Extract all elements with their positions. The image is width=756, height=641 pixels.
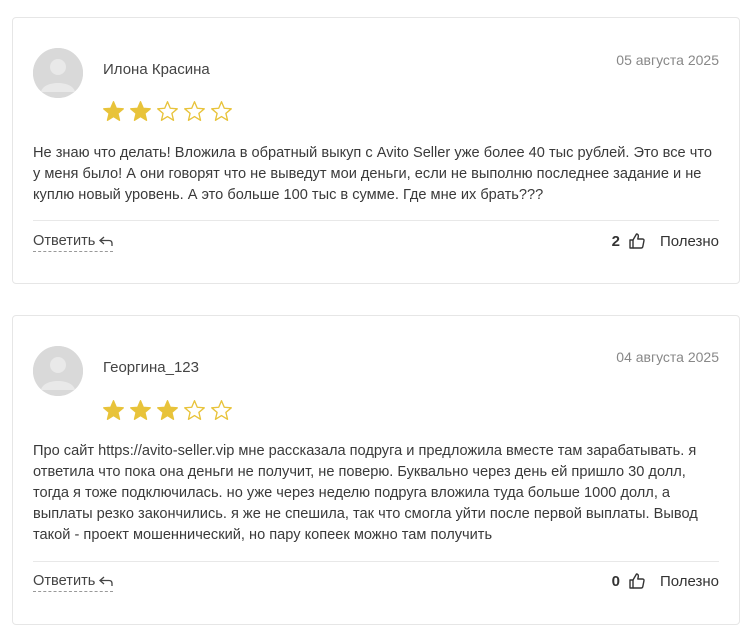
star-filled-icon [103,101,124,121]
helpful-block: 0 Полезно [612,572,719,590]
reply-arrow-icon [99,236,114,246]
user-silhouette-icon [33,346,83,396]
review-date: 05 августа 2025 [616,52,719,68]
review-author: Георгина_123 [103,359,199,376]
thumbs-up-icon[interactable] [628,232,646,250]
review-author: Илона Красина [103,61,210,78]
divider [33,561,719,562]
avatar [33,48,83,98]
review-text: Про сайт https://avito-seller.vip мне ра… [33,443,698,543]
star-empty-icon [211,400,232,420]
review-card: Георгина_123 04 августа 2025 Про сайт ht… [12,315,740,625]
reviews-page: Илона Красина 05 августа 2025 Не знаю чт… [0,0,756,641]
rating-stars [102,399,233,422]
review-date: 04 августа 2025 [616,349,719,365]
reply-arrow-icon [99,576,114,586]
divider [33,220,719,221]
thumbs-up-icon[interactable] [628,572,646,590]
star-empty-icon [211,101,232,121]
helpful-label[interactable]: Полезно [660,233,719,250]
star-filled-icon [130,400,151,420]
helpful-count: 2 [611,232,620,250]
star-empty-icon [184,101,205,121]
star-filled-icon [103,400,124,420]
reply-button[interactable]: Ответить [33,233,114,252]
reply-button[interactable]: Ответить [33,573,114,592]
review-text: Не знаю что делать! Вложила в обратный в… [33,145,712,203]
star-filled-icon [157,400,178,420]
rating-stars [102,100,233,123]
star-empty-icon [157,101,178,121]
reply-label: Ответить [33,233,96,249]
user-silhouette-icon [33,48,83,98]
star-empty-icon [184,400,205,420]
helpful-count: 0 [611,572,620,590]
helpful-block: 2 Полезно [612,232,719,250]
star-filled-icon [130,101,151,121]
avatar [33,346,83,396]
reply-label: Ответить [33,573,96,589]
review-card: Илона Красина 05 августа 2025 Не знаю чт… [12,17,740,284]
helpful-label[interactable]: Полезно [660,573,719,590]
